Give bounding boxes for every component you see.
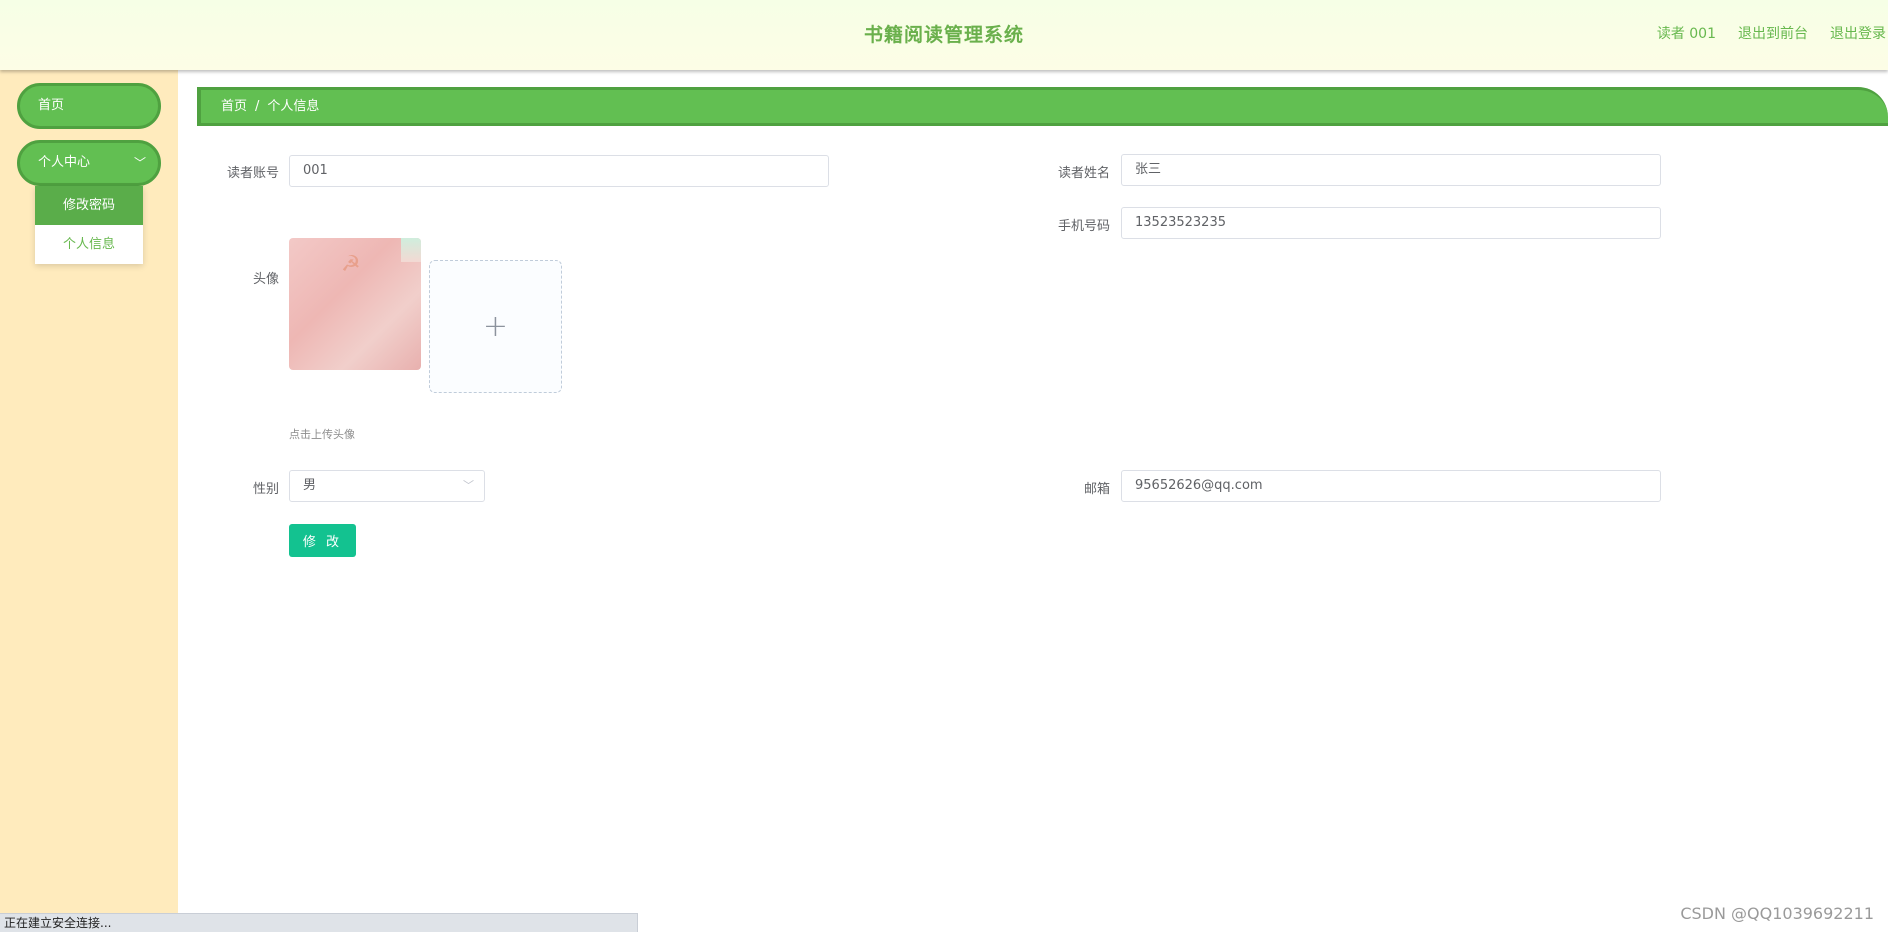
email-field[interactable]: 95652626@qq.com (1121, 470, 1661, 502)
submit-button[interactable]: 修 改 (289, 524, 356, 557)
phone-label: 手机号码 (1057, 219, 1110, 234)
email-label: 邮箱 (1083, 482, 1110, 497)
avatar-corner (401, 238, 421, 262)
sidebar-item-personal-center[interactable]: 个人中心 ﹀ (17, 140, 161, 186)
personal-center-submenu: 修改密码 个人信息 (35, 186, 143, 264)
logout-link[interactable]: 退出登录 (1830, 23, 1886, 43)
avatar-label: 头像 (252, 272, 279, 287)
emblem-icon: ☭ (341, 252, 361, 277)
chevron-down-icon: ﹀ (133, 156, 146, 170)
plus-icon: + (482, 309, 509, 344)
chevron-down-icon: ﹀ (463, 479, 474, 492)
account-field[interactable]: 001 (289, 155, 829, 187)
browser-status-bar: 正在建立安全连接... (0, 913, 638, 932)
watermark: CSDN @QQ1039692211 (1680, 904, 1874, 923)
breadcrumb-home[interactable]: 首页 (221, 99, 247, 114)
avatar-upload-button[interactable]: + (429, 260, 562, 393)
sidebar-item-label: 个人中心 (38, 155, 91, 170)
breadcrumb-separator: / (255, 99, 260, 114)
top-header: 书籍阅读管理系统 读者 001 退出到前台 退出登录 (0, 0, 1888, 70)
site-title: 书籍阅读管理系统 (863, 24, 1024, 46)
name-label: 读者姓名 (1057, 166, 1110, 181)
sidebar-item-label: 首页 (38, 98, 65, 113)
upload-tip: 点击上传头像 (289, 428, 355, 441)
breadcrumb: 首页 / 个人信息 (197, 87, 1888, 126)
account-label: 读者账号 (226, 166, 279, 181)
breadcrumb-current: 个人信息 (267, 99, 320, 114)
avatar-image[interactable]: ☭ (289, 238, 421, 370)
sidebar-item-home[interactable]: 首页 (17, 83, 161, 129)
header-links: 读者 001 退出到前台 退出登录 (1635, 23, 1888, 43)
gender-label: 性别 (252, 482, 279, 497)
phone-field[interactable]: 13523523235 (1121, 207, 1661, 239)
gender-value: 男 (303, 478, 317, 493)
back-to-front-link[interactable]: 退出到前台 (1738, 23, 1808, 43)
gender-select[interactable]: 男 ﹀ (289, 470, 485, 502)
sidebar: 首页 个人中心 ﹀ 修改密码 个人信息 (0, 70, 178, 932)
submenu-item-change-password[interactable]: 修改密码 (35, 186, 143, 225)
submenu-item-personal-info[interactable]: 个人信息 (35, 225, 143, 264)
name-field[interactable]: 张三 (1121, 154, 1661, 186)
current-user-label: 读者 001 (1656, 26, 1716, 42)
